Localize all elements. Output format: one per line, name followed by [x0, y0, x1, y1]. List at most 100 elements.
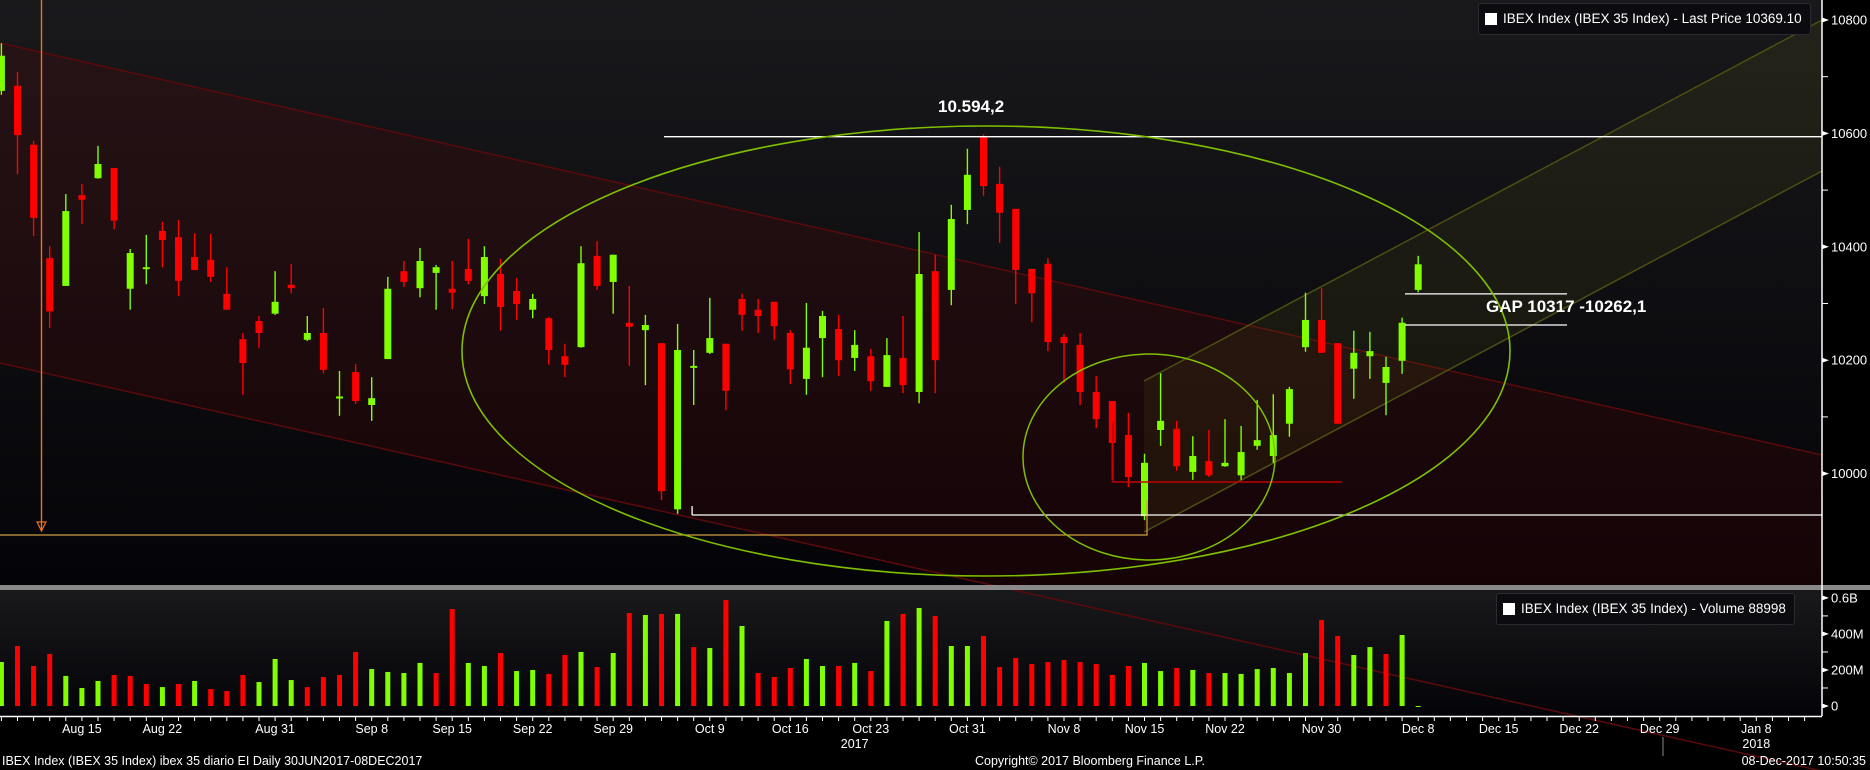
volume-bar [111, 675, 117, 706]
volume-bar [626, 613, 632, 706]
volume-bar [304, 687, 310, 706]
volume-bar [578, 651, 584, 706]
candle-body [802, 347, 810, 379]
x-tick-label: Dec 29 [1640, 722, 1680, 736]
candle [658, 343, 665, 501]
x-tick-label: Sep 29 [593, 722, 633, 736]
volume-bar [1415, 705, 1421, 707]
candle-body [883, 355, 891, 387]
footer-timestamp: 08-Dec-2017 10:50:35 [1741, 754, 1866, 768]
volume-bar [417, 662, 423, 706]
footer-security-info: IBEX Index (IBEX 35 Index) ibex 35 diari… [2, 754, 423, 768]
volume-legend-label: IBEX Index (IBEX 35 Index) - Volume 8899… [1521, 601, 1786, 616]
candle-body [384, 288, 392, 360]
pane-separator[interactable] [0, 585, 1870, 590]
volume-bar [803, 658, 809, 706]
candle-body [529, 298, 537, 310]
candle-body [1414, 264, 1422, 290]
volume-bar [1190, 669, 1196, 706]
candle-body [593, 255, 601, 286]
candle-body [352, 372, 360, 402]
volume-bar [675, 613, 681, 706]
volume-bar [787, 667, 793, 706]
tick-marker [1822, 703, 1829, 709]
high-level-label: 10.594,2 [938, 97, 1005, 116]
candle-body [255, 321, 263, 333]
volume-bar [1399, 635, 1405, 706]
volume-tick-label: 400M [1831, 626, 1864, 641]
candle-body [1398, 322, 1406, 361]
candle-body [1028, 268, 1036, 294]
candle-body [142, 267, 150, 270]
candle-body [658, 343, 665, 492]
legend-swatch [1503, 603, 1515, 615]
volume-bar [449, 609, 455, 706]
candle-body [931, 271, 939, 361]
volume-bar [1367, 647, 1373, 706]
year-label: 2017 [841, 737, 869, 751]
candle [384, 276, 392, 360]
candle-body [1382, 367, 1390, 383]
candle [1044, 258, 1052, 352]
volume-bar [385, 671, 391, 706]
volume-bar [1109, 675, 1115, 706]
bloomberg-chart: 10000 10200 10400 10600 10800 0 200M 400M 0.6B Au… [0, 0, 1870, 770]
volume-bar [224, 691, 230, 706]
candle-body [641, 325, 649, 331]
volume-bar [771, 676, 777, 706]
price-tick-label: 10000 [1831, 466, 1867, 481]
volume-bar [401, 673, 407, 706]
volume-bar [852, 662, 858, 706]
candle-body [947, 219, 955, 290]
volume-bar [369, 669, 375, 706]
x-tick-label: Dec 15 [1479, 722, 1519, 736]
volume-bar [1013, 658, 1019, 706]
volume-tick-label: 200M [1831, 662, 1864, 677]
candle-body [497, 274, 504, 307]
volume-bar [1303, 653, 1308, 706]
volume-bar [1125, 666, 1131, 706]
candle-body [287, 284, 295, 289]
candle-body [1044, 263, 1052, 343]
x-tick-label: Oct 31 [949, 722, 986, 736]
tick-marker [1822, 471, 1829, 477]
x-tick-label: Nov 15 [1125, 722, 1165, 736]
volume-bar [498, 653, 503, 706]
candle-body [625, 322, 633, 327]
x-tick-label: Sep 22 [513, 722, 553, 736]
volume-bar [288, 680, 294, 706]
volume-bar [1351, 655, 1357, 706]
x-tick-label: Oct 16 [772, 722, 809, 736]
price-tick-label: 10600 [1831, 126, 1867, 141]
volume-bar [1238, 673, 1244, 706]
volume-bar [0, 662, 4, 706]
candle-body [1302, 319, 1309, 348]
footer-copyright: Copyright© 2017 Bloomberg Finance L.P. [975, 754, 1205, 768]
volume-bar [530, 669, 536, 706]
volume-bar [433, 673, 439, 706]
candle-body [175, 237, 182, 281]
candlestick-chart: 10000 10200 10400 10600 10800 0 200M 400M 0.6B Au… [0, 0, 1870, 770]
candle-body [722, 343, 730, 391]
volume-bar [159, 687, 165, 706]
volume-bar [1158, 671, 1164, 706]
x-tick-label: Oct 23 [852, 722, 889, 736]
candle-body [786, 332, 794, 370]
volume-bar [63, 675, 69, 706]
tick-marker [1822, 357, 1829, 363]
volume-bar [900, 613, 906, 706]
volume-bar [964, 646, 970, 706]
x-tick-label: Jan 8 [1741, 722, 1772, 736]
volume-bar [337, 675, 342, 706]
candle-body [996, 183, 1004, 213]
volume-legend: IBEX Index (IBEX 35 Index) - Volume 8899… [1496, 593, 1795, 625]
volume-bar [1270, 667, 1276, 706]
candle-body [754, 309, 762, 316]
x-tick-label: Dec 22 [1559, 722, 1599, 736]
price-tick-label: 10400 [1831, 239, 1867, 254]
candle-body [239, 339, 247, 364]
candle-body [980, 136, 987, 187]
candle-body [46, 258, 54, 312]
candle-body [1076, 344, 1084, 392]
volume-tick-label: 0 [1831, 699, 1838, 714]
